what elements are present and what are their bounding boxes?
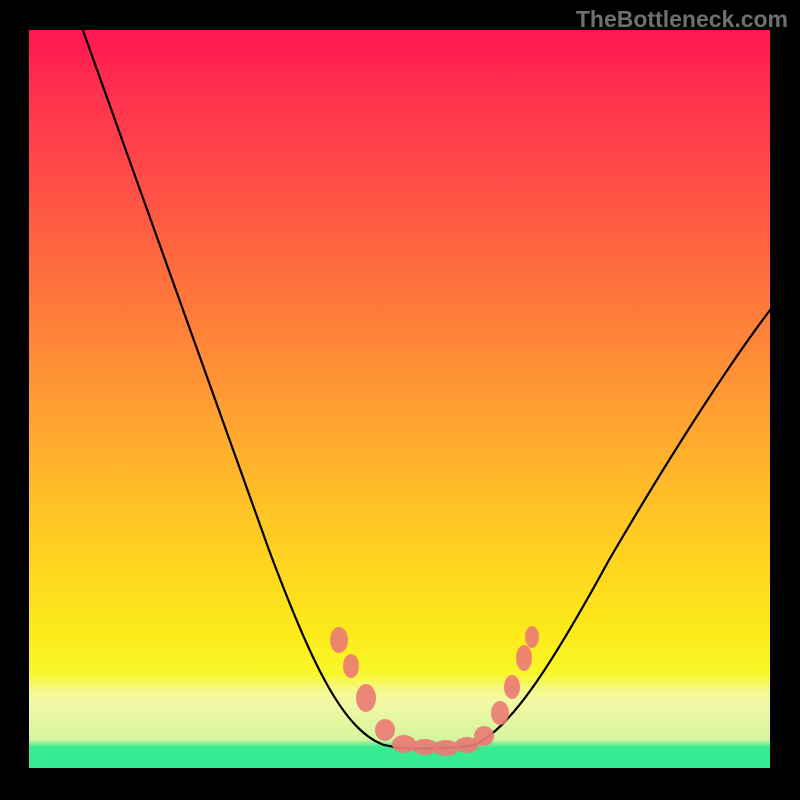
watermark-text: TheBottleneck.com	[576, 6, 788, 33]
marker-dot	[474, 726, 494, 746]
marker-dot	[330, 627, 348, 653]
plot-area	[29, 30, 770, 768]
marker-dot	[525, 626, 539, 648]
highlighted-point-markers	[29, 30, 770, 768]
marker-dot	[491, 701, 509, 725]
marker-dot	[375, 719, 395, 741]
marker-dot	[433, 740, 459, 756]
marker-dot	[343, 654, 359, 678]
marker-dot	[392, 735, 416, 753]
marker-dot	[356, 684, 376, 712]
marker-dot	[504, 675, 520, 699]
marker-dot	[516, 645, 532, 671]
